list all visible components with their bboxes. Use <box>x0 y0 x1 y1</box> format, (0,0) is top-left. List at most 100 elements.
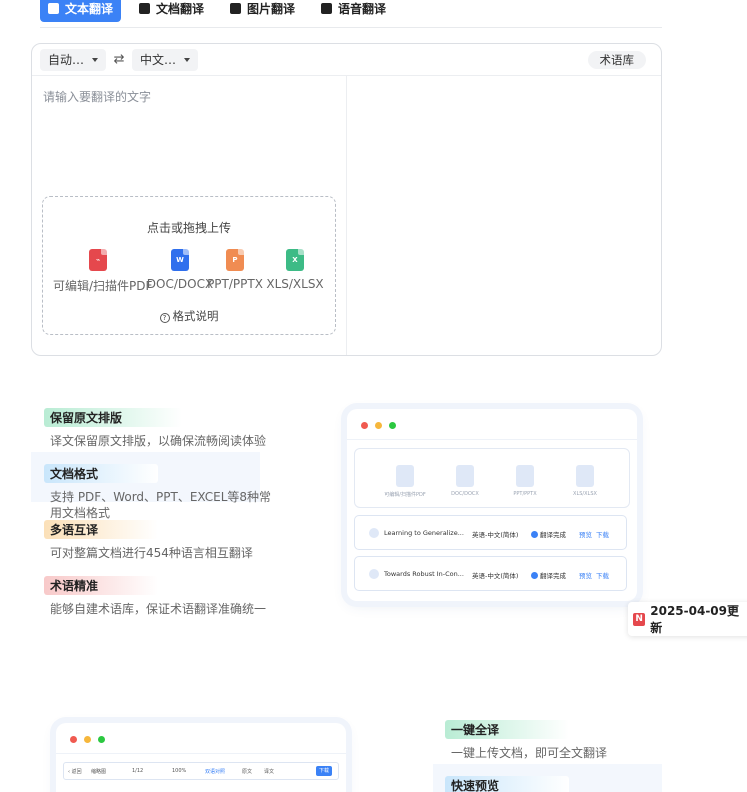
zoom-indicator: 100% <box>172 768 187 774</box>
check-circle-icon <box>531 572 538 579</box>
word-file-icon <box>456 465 474 487</box>
feature-desc: 能够自建术语库，保证术语翻译准确统一 <box>50 602 267 616</box>
titlebar-divider <box>56 753 346 754</box>
thumbnails-button: 缩略图 <box>91 769 107 775</box>
swap-arrows-icon[interactable]: ⇄ <box>106 52 132 67</box>
feature-desc: 可对整篇文档进行454种语言相互翻译 <box>50 546 253 560</box>
feature-title: 快速预览 <box>445 776 570 792</box>
ppt-file-icon <box>516 465 534 487</box>
document-preview-window: 可编辑/扫描件PDF DOC/DOCX PPT/PPTX XLS/XLSX Le… <box>347 409 637 601</box>
text-doc-icon <box>48 3 59 14</box>
feature-item: 保留原文排版 译文保留原文排版，以确保流畅阅读体验 <box>44 407 274 449</box>
maximize-dot-icon <box>98 736 105 743</box>
pdf-file-icon: ⌁ <box>89 249 107 271</box>
document-icon <box>139 3 151 14</box>
audio-icon <box>321 3 333 14</box>
feature-item: 一键全译 一键上传文档，即可全文翻译 <box>445 719 675 761</box>
caret-down-icon <box>92 57 99 62</box>
file-upload-dropzone[interactable]: 点击或拖拽上传 ⌁ 可编辑/扫描件PDF W DOC/DOCX P PPT/PP… <box>42 196 336 335</box>
tab-label: 语音翻译 <box>338 2 387 16</box>
tab-label: 图片翻译 <box>247 2 296 16</box>
tab-image-translate[interactable]: 图片翻译 <box>222 0 303 22</box>
back-button: ‹ 返回 <box>68 769 82 775</box>
mini-format-label: PPT/PPTX <box>513 491 537 497</box>
target-language-select[interactable]: 中文… <box>132 48 199 71</box>
feature-desc: 支持 PDF、Word、PPT、EXCEL等8种常用文档格式 <box>50 490 272 520</box>
image-icon <box>230 3 242 14</box>
translation-tabs: 文本翻译 文档翻译 图片翻译 语音翻译 <box>40 0 662 28</box>
pane-divider <box>346 76 347 355</box>
mini-format-label: DOC/DOCX <box>451 491 479 497</box>
format-pdf: ⌁ 可编辑/扫描件PDF <box>53 249 153 294</box>
window-controls <box>70 736 105 743</box>
translator-panel: 自动… ⇄ 中文… 术语库 请输入要翻译的文字 点击或拖拽上传 ⌁ 可编辑/扫描… <box>31 43 662 356</box>
pdf-file-icon <box>396 465 414 487</box>
file-icon <box>369 569 379 579</box>
reader-toolbar: ‹ 返回 缩略图 1/12 100% 双语对照 原文 译文 下载 <box>63 762 339 780</box>
feature-desc: 一键上传文档，即可全文翻译 <box>451 746 608 760</box>
file-status: 翻译完成 <box>531 570 566 580</box>
tab-voice-translate[interactable]: 语音翻译 <box>313 0 394 22</box>
feature-item: 术语精准 能够自建术语库，保证术语翻译准确统一 <box>44 575 274 617</box>
minimize-dot-icon <box>375 422 382 429</box>
source-language-value: 自动… <box>48 53 85 67</box>
excel-file-icon <box>576 465 594 487</box>
feature-item: 多语互译 可对整篇文档进行454种语言相互翻译 <box>44 519 274 561</box>
close-dot-icon <box>70 736 77 743</box>
feature-item: 文档格式 支持 PDF、Word、PPT、EXCEL等8种常用文档格式 <box>44 463 274 521</box>
feature-title: 文档格式 <box>44 464 159 483</box>
file-lang: 英语-中文(简体) <box>472 531 519 539</box>
download-button: 下载 <box>316 766 333 776</box>
feature-title: 术语精准 <box>44 576 159 595</box>
excel-file-icon: X <box>286 249 304 271</box>
mini-upload-area: 可编辑/扫描件PDF DOC/DOCX PPT/PPTX XLS/XLSX <box>354 448 630 508</box>
check-circle-icon <box>531 531 538 538</box>
format-help-label: 格式说明 <box>172 309 219 323</box>
feature-item: 快速预览 <box>445 775 675 792</box>
preview-link: 预览 <box>579 531 592 539</box>
glossary-button[interactable]: 术语库 <box>587 51 646 69</box>
download-link: 下载 <box>596 572 609 580</box>
file-row: Learning to Generalize... 英语-中文(简体) 翻译完成… <box>354 515 627 550</box>
feature-title: 保留原文排版 <box>44 408 183 427</box>
tab-text-translate[interactable]: 文本翻译 <box>40 0 122 22</box>
file-status: 翻译完成 <box>531 529 566 539</box>
original-button: 原文 <box>242 769 253 775</box>
format-label: 可编辑/扫描件PDF <box>53 279 153 293</box>
mini-format: PPT/PPTX <box>495 465 555 497</box>
window-controls <box>361 422 396 429</box>
question-circle-icon: ? <box>159 313 170 323</box>
update-notice[interactable]: N 2025-04-09更新 › <box>628 602 747 636</box>
feature-desc: 译文保留原文排版，以确保流畅阅读体验 <box>50 434 267 448</box>
mini-format: DOC/DOCX <box>435 465 495 497</box>
update-label: 2025-04-09更新 <box>650 604 740 635</box>
tab-label: 文档翻译 <box>156 2 205 16</box>
file-name: Learning to Generalize... <box>384 529 464 537</box>
minimize-dot-icon <box>84 736 91 743</box>
mini-format-label: XLS/XLSX <box>573 491 597 497</box>
source-text-input[interactable]: 请输入要翻译的文字 <box>43 88 151 105</box>
bilingual-button: 双语对照 <box>205 769 226 775</box>
preview-link: 预览 <box>579 572 592 580</box>
tab-document-translate[interactable]: 文档翻译 <box>131 0 212 22</box>
page-indicator: 1/12 <box>132 768 144 774</box>
mini-format: XLS/XLSX <box>555 465 615 497</box>
translated-button: 译文 <box>264 769 275 775</box>
maximize-dot-icon <box>389 422 396 429</box>
format-help-link[interactable]: ? 格式说明 <box>43 308 335 324</box>
format-excel: X XLS/XLSX <box>255 249 335 291</box>
page: 文本翻译 文档翻译 图片翻译 语音翻译 自动… ⇄ 中文… 术语库 请输入要翻译… <box>0 0 747 792</box>
format-label: XLS/XLSX <box>266 277 324 291</box>
feature-title: 多语互译 <box>44 520 159 539</box>
source-language-select[interactable]: 自动… <box>40 48 107 71</box>
file-name: Towards Robust In-Con... <box>384 570 464 578</box>
new-badge: N <box>633 612 646 626</box>
ppt-file-icon: P <box>226 249 244 271</box>
file-lang: 英语-中文(简体) <box>472 572 519 580</box>
target-language-value: 中文… <box>140 53 177 67</box>
file-row: Towards Robust In-Con... 英语-中文(简体) 翻译完成 … <box>354 556 627 591</box>
mini-format-label: 可编辑/扫描件PDF <box>384 492 426 498</box>
upload-title: 点击或拖拽上传 <box>146 221 231 235</box>
mini-format: 可编辑/扫描件PDF <box>375 465 435 498</box>
caret-down-icon <box>184 57 191 62</box>
